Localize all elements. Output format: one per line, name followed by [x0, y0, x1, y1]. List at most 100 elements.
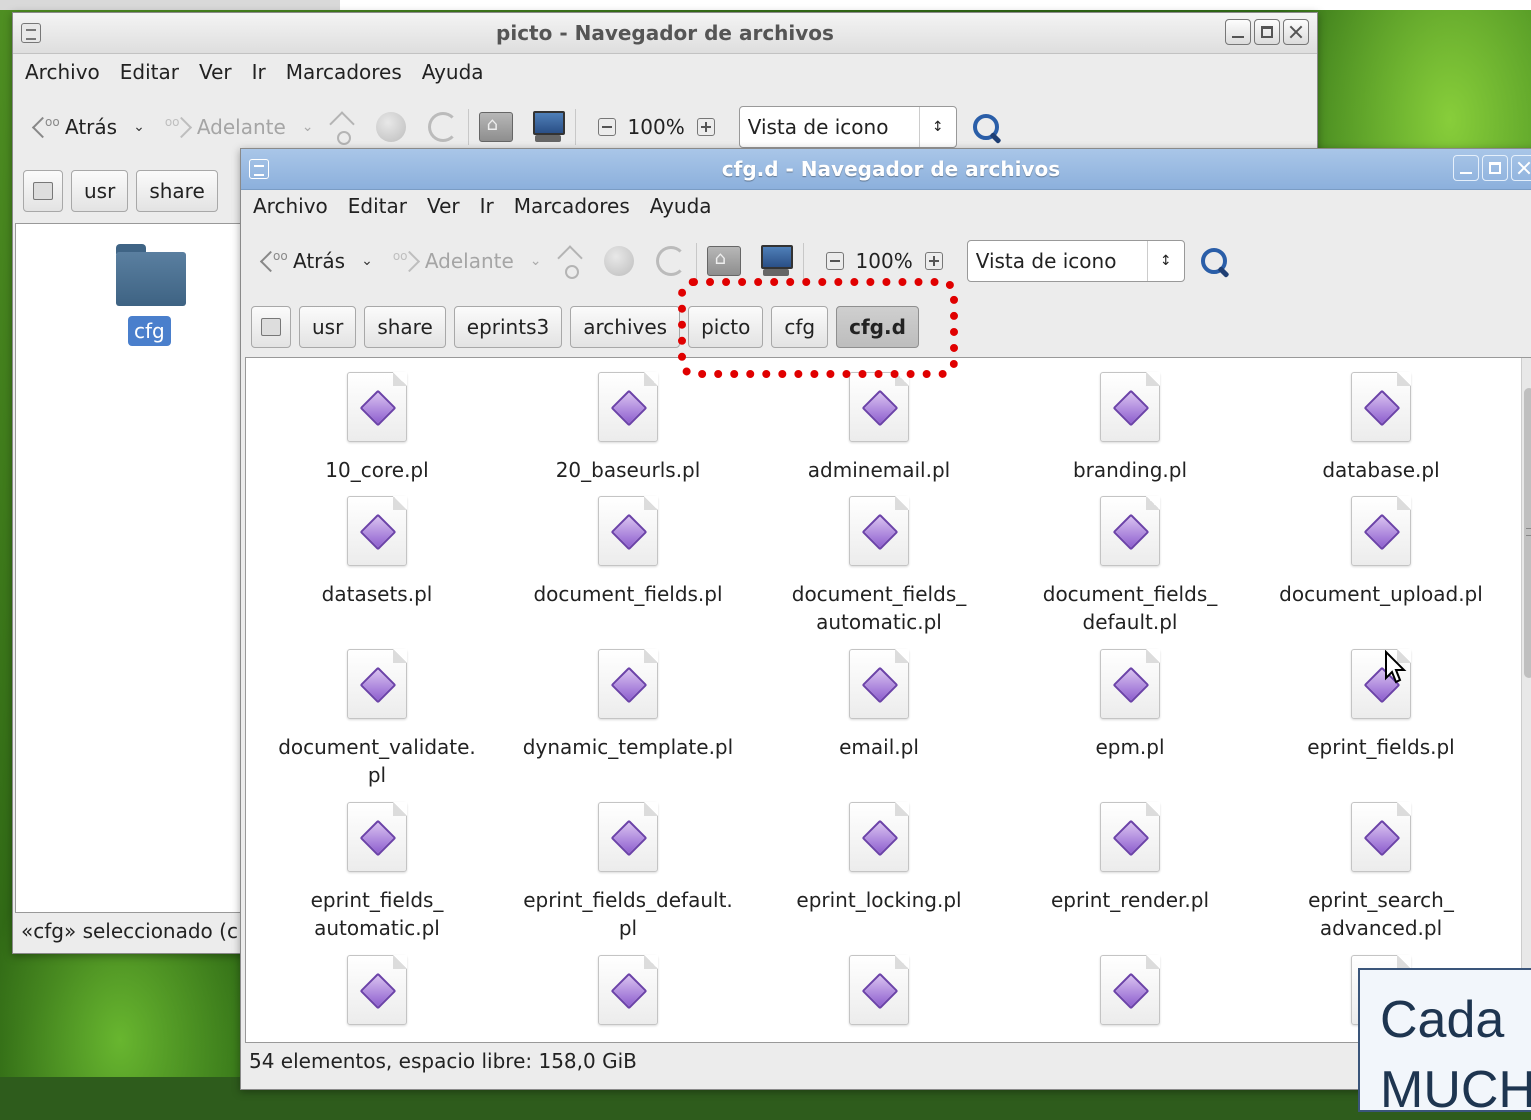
file-item[interactable]: eprint_render.pl [1005, 802, 1255, 914]
maximize-button[interactable] [1482, 155, 1508, 181]
chevron-down-icon[interactable]: ⌄ [530, 253, 542, 269]
file-item[interactable]: epm.pl [1005, 649, 1255, 761]
minimize-button[interactable] [1453, 155, 1479, 181]
chevron-down-icon[interactable]: ⌄ [361, 253, 373, 269]
perl-file-icon[interactable] [347, 955, 407, 1025]
file-item[interactable] [1005, 955, 1255, 1039]
scrollbar-thumb[interactable] [1524, 388, 1531, 678]
chevron-down-icon[interactable]: ⌄ [302, 119, 314, 135]
file-item[interactable] [252, 955, 502, 1039]
file-item[interactable]: document_fields.pl [503, 496, 753, 608]
perl-file-icon[interactable] [849, 496, 909, 566]
perl-file-icon[interactable] [849, 802, 909, 872]
reload-icon[interactable] [655, 246, 686, 276]
folder-icon[interactable] [116, 244, 186, 306]
perl-file-icon[interactable] [347, 372, 407, 442]
perl-file-icon[interactable] [849, 649, 909, 719]
chevron-updown-icon[interactable]: ↕ [1146, 241, 1184, 281]
search-icon[interactable] [1199, 246, 1229, 276]
stop-icon[interactable] [375, 112, 406, 142]
maximize-button[interactable] [1254, 19, 1280, 45]
back-button[interactable]: Atrás ⌄ [27, 107, 151, 147]
perl-file-icon[interactable] [1351, 802, 1411, 872]
menu-editar[interactable]: Editar [348, 194, 407, 218]
window-titlebar[interactable]: cfg.d - Navegador de archivos [241, 149, 1531, 190]
perl-file-icon[interactable] [598, 802, 658, 872]
perl-file-icon[interactable] [1100, 955, 1160, 1025]
zoom-in-icon[interactable] [696, 118, 715, 136]
perl-file-icon[interactable] [347, 496, 407, 566]
perl-file-icon[interactable] [1351, 372, 1411, 442]
menu-ver[interactable]: Ver [427, 194, 460, 218]
perl-file-icon[interactable] [598, 649, 658, 719]
view-mode-select[interactable]: Vista de icono ↕ [966, 240, 1185, 282]
close-button[interactable] [1511, 155, 1531, 181]
perl-file-icon[interactable] [1100, 649, 1160, 719]
home-icon[interactable] [478, 112, 513, 142]
menu-archivo[interactable]: Archivo [253, 194, 328, 218]
menu-archivo[interactable]: Archivo [25, 60, 100, 84]
menu-ir[interactable]: Ir [252, 60, 266, 84]
stop-icon[interactable] [603, 246, 634, 276]
computer-icon[interactable] [531, 111, 565, 143]
file-item[interactable]: email.pl [754, 649, 1004, 761]
window-titlebar[interactable]: picto - Navegador de archivos [13, 13, 1317, 54]
zoom-out-icon[interactable] [825, 252, 844, 270]
forward-button[interactable]: Adelante ⌄ [387, 241, 548, 281]
view-mode-select[interactable]: Vista de icono ↕ [738, 106, 957, 148]
minimize-button[interactable] [1225, 19, 1251, 45]
perl-file-icon[interactable] [1100, 802, 1160, 872]
menu-marcadores[interactable]: Marcadores [514, 194, 630, 218]
perl-file-icon[interactable] [598, 496, 658, 566]
file-item[interactable] [503, 955, 753, 1039]
path-root-drive-button[interactable] [251, 306, 291, 348]
file-item[interactable]: eprint_search_ advanced.pl [1256, 802, 1506, 942]
file-item[interactable]: database.pl [1256, 372, 1506, 484]
path-usr-button[interactable]: usr [299, 306, 357, 348]
perl-file-icon[interactable] [598, 955, 658, 1025]
perl-file-icon[interactable] [1351, 496, 1411, 566]
file-item[interactable]: document_fields_ automatic.pl [754, 496, 1004, 636]
vertical-scrollbar[interactable] [1521, 358, 1531, 1042]
file-item[interactable]: document_fields_ default.pl [1005, 496, 1255, 636]
folder-label-cfg[interactable]: cfg [128, 316, 171, 346]
file-item[interactable]: document_upload.pl [1256, 496, 1506, 608]
reload-icon[interactable] [427, 112, 458, 142]
window-menu-icon[interactable] [249, 159, 269, 179]
window-menu-icon[interactable] [21, 23, 41, 43]
close-button[interactable] [1283, 19, 1309, 45]
zoom-out-icon[interactable] [597, 118, 616, 136]
menu-ayuda[interactable]: Ayuda [422, 60, 484, 84]
path-root-drive-button[interactable] [23, 170, 63, 212]
perl-file-icon[interactable] [1100, 372, 1160, 442]
path-share-button[interactable]: share [364, 306, 446, 348]
perl-file-icon[interactable] [849, 372, 909, 442]
computer-icon[interactable] [759, 245, 793, 277]
perl-file-icon[interactable] [347, 649, 407, 719]
menu-ayuda[interactable]: Ayuda [650, 194, 712, 218]
file-item[interactable]: 20_baseurls.pl [503, 372, 753, 484]
path-usr-button[interactable]: usr [71, 170, 129, 212]
forward-button[interactable]: Adelante ⌄ [159, 107, 320, 147]
file-item[interactable]: adminemail.pl [754, 372, 1004, 484]
file-item[interactable]: datasets.pl [252, 496, 502, 608]
icon-view[interactable]: 10_core.pl 20_baseurls.pl adminemail.pl bra… [245, 357, 1531, 1043]
chevron-down-icon[interactable]: ⌄ [133, 119, 145, 135]
menu-ver[interactable]: Ver [199, 60, 232, 84]
path-share-button[interactable]: share [136, 170, 218, 212]
file-item[interactable]: dynamic_template.pl [503, 649, 753, 761]
home-icon[interactable] [706, 246, 741, 276]
file-item[interactable]: eprint_fields_default. pl [503, 802, 753, 942]
chevron-updown-icon[interactable]: ↕ [918, 107, 956, 147]
menu-ir[interactable]: Ir [480, 194, 494, 218]
up-icon[interactable] [328, 111, 356, 145]
file-item[interactable]: eprint_locking.pl [754, 802, 1004, 914]
path-eprints3-button[interactable]: eprints3 [453, 306, 563, 348]
file-item[interactable]: branding.pl [1005, 372, 1255, 484]
path-archives-button[interactable]: archives [570, 306, 681, 348]
zoom-in-icon[interactable] [924, 252, 943, 270]
perl-file-icon[interactable] [598, 372, 658, 442]
menu-marcadores[interactable]: Marcadores [286, 60, 402, 84]
search-icon[interactable] [971, 112, 1001, 142]
file-item[interactable]: eprint_fields.pl [1256, 649, 1506, 761]
